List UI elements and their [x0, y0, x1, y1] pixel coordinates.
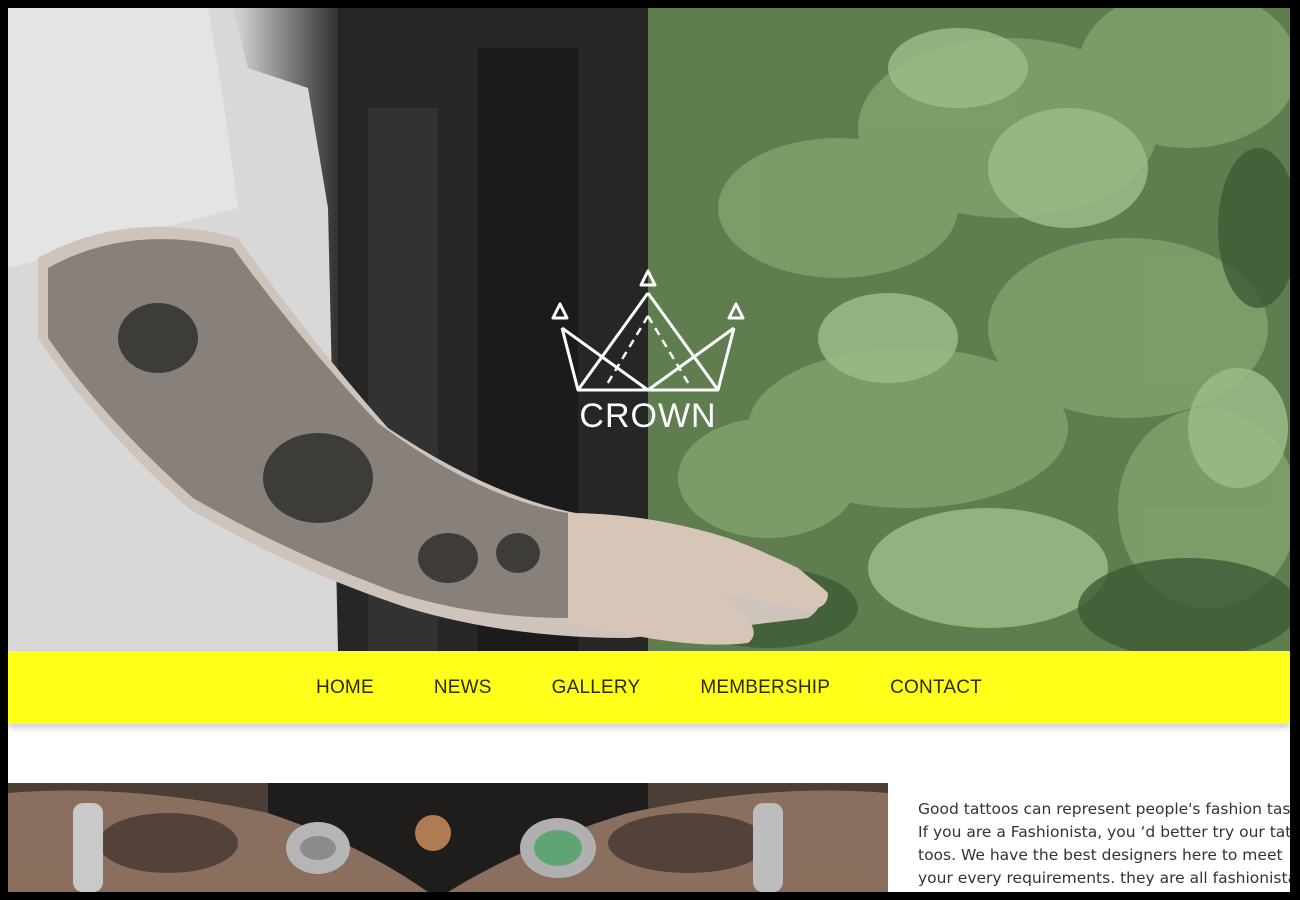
nav-list: HOME NEWS GALLERY MEMBERSHIP CONTACT: [286, 651, 1012, 724]
intro-line: If you are a Fashionista, you ‘d better …: [918, 823, 1290, 841]
hero-banner: CROWN: [8, 8, 1290, 651]
nav-item-news[interactable]: NEWS: [404, 677, 522, 699]
nav-item-contact[interactable]: CONTACT: [860, 677, 1012, 699]
tattooed-hands-graphic: [8, 783, 888, 892]
nav-item-membership[interactable]: MEMBERSHIP: [670, 677, 860, 699]
page: CROWN HOME NEWS GALLERY MEMBERSHIP CONTA…: [8, 8, 1290, 892]
intro-line: Good tattoos can represent people's fash…: [918, 800, 1290, 818]
tattooed-hands-image: [8, 783, 888, 892]
crown-icon: [551, 269, 745, 392]
intro-line: your every requirements. they are all fa…: [918, 869, 1290, 887]
brand-name: CROWN: [579, 397, 717, 435]
nav-item-home[interactable]: HOME: [286, 677, 404, 699]
main-navigation: HOME NEWS GALLERY MEMBERSHIP CONTACT: [8, 651, 1290, 724]
intro-text: Good tattoos can represent people's fash…: [918, 798, 1290, 890]
crown-logo[interactable]: CROWN: [548, 268, 748, 443]
nav-item-gallery[interactable]: GALLERY: [522, 677, 671, 699]
intro-line: toos. We have the best designers here to…: [918, 846, 1283, 864]
